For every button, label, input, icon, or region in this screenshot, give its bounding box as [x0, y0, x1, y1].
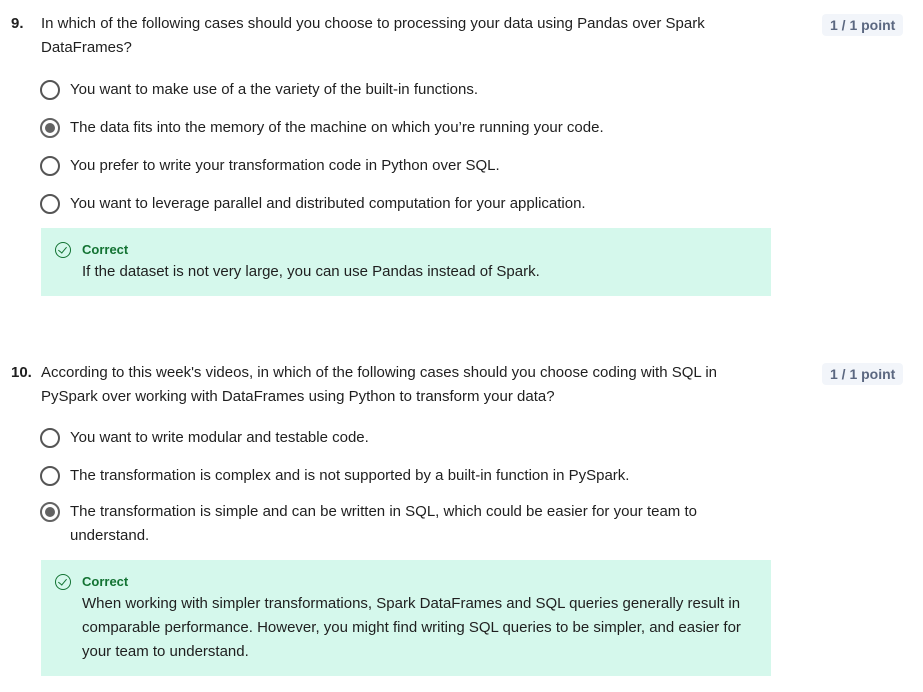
- radio-button-selected[interactable]: [40, 118, 60, 138]
- points-badge: 1 / 1 point: [822, 363, 904, 385]
- feedback-box: Correct When working with simpler transf…: [41, 560, 771, 676]
- feedback-title: Correct: [82, 242, 129, 257]
- option-label: You want to leverage parallel and distri…: [70, 195, 586, 212]
- option-label: The data fits into the memory of the mac…: [70, 119, 604, 136]
- option-label: You prefer to write your transformation …: [70, 157, 500, 174]
- question-number: 10.: [11, 364, 32, 381]
- points-badge: 1 / 1 point: [822, 14, 904, 36]
- radio-button[interactable]: [40, 194, 60, 214]
- question-number: 9.: [11, 15, 24, 32]
- question-text: According to this week's videos, in whic…: [41, 364, 718, 405]
- option-label: The transformation is complex and is not…: [70, 467, 630, 484]
- feedback-text: When working with simpler transformation…: [82, 595, 741, 660]
- option-label: The transformation is simple and can be …: [70, 503, 697, 544]
- question-text: In which of the following cases should y…: [41, 15, 705, 56]
- feedback-box: Correct If the dataset is not very large…: [41, 228, 771, 296]
- check-circle-icon: [55, 574, 71, 590]
- radio-button-selected[interactable]: [40, 502, 60, 522]
- radio-button[interactable]: [40, 156, 60, 176]
- radio-button[interactable]: [40, 80, 60, 100]
- option-label: You want to make use of a the variety of…: [70, 81, 479, 98]
- feedback-title: Correct: [82, 574, 129, 589]
- check-circle-icon: [55, 242, 71, 258]
- radio-button[interactable]: [40, 428, 60, 448]
- radio-button[interactable]: [40, 466, 60, 486]
- option-label: You want to write modular and testable c…: [70, 429, 369, 446]
- feedback-text: If the dataset is not very large, you ca…: [82, 263, 540, 280]
